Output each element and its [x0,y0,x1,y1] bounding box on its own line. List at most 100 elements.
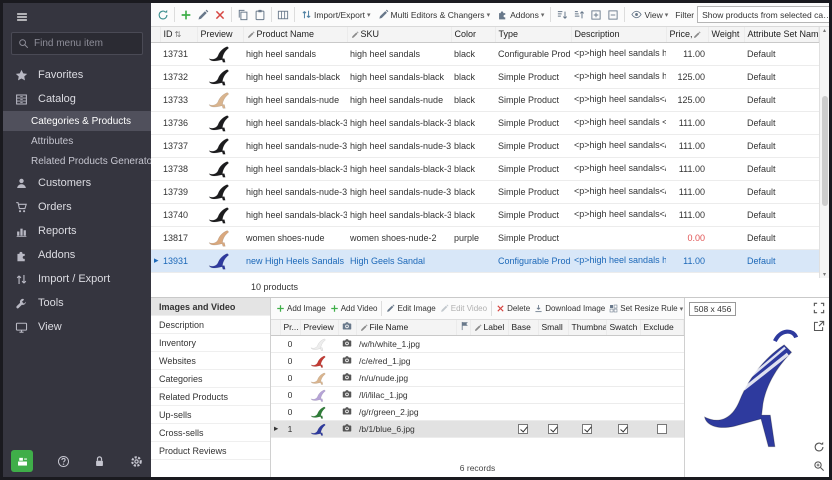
cell-priority[interactable]: 0 [280,386,300,403]
col-product-name[interactable]: Product Name [243,27,347,42]
cell-color[interactable]: black [451,180,495,203]
edit-product-button[interactable] [195,7,211,23]
cell-expand[interactable] [271,352,280,369]
cell-preview[interactable] [197,157,243,180]
cell-small[interactable] [538,403,568,420]
view-menu[interactable]: View ▾ [628,8,671,21]
cell-expand[interactable] [151,203,160,226]
cell-preview[interactable] [197,134,243,157]
cell-sku[interactable]: High Geels Sandal [347,249,451,272]
fullscreen-button[interactable] [813,302,825,314]
paste-button[interactable] [252,7,268,23]
cell-type[interactable]: Simple Product [495,111,571,134]
col-description[interactable]: Description [571,27,666,42]
cell-thumbnail[interactable] [568,403,606,420]
category-filter-select[interactable]: Show products from selected categories ▾ [697,6,829,23]
cell-expand[interactable] [271,369,280,386]
product-row[interactable]: 13731high heel sandalshigh heel sandalsb… [151,42,819,65]
cell-exclude[interactable] [640,386,684,403]
cell-swatch[interactable] [606,420,640,437]
image-row[interactable]: 0/l/i/lilac_1.jpg [271,386,684,403]
cell-camera[interactable] [338,352,356,369]
cell-attribute-set[interactable]: Default [744,203,819,226]
cell-swatch[interactable] [606,403,640,420]
cell-product-name[interactable]: high heel sandals-nude-36 [243,134,347,157]
cell-image-preview[interactable] [300,420,338,437]
checkbox[interactable] [548,424,558,434]
cell-weight[interactable] [708,88,744,111]
cell-expand[interactable] [271,335,280,352]
add-image-button[interactable]: Add Image [274,303,328,314]
cell-label[interactable] [470,420,508,437]
add-product-button[interactable] [178,7,194,23]
cell-price[interactable]: 11.00 [666,249,708,272]
import-export-menu[interactable]: Import/Export ▾ [298,8,374,21]
checkbox[interactable] [657,424,667,434]
product-row[interactable]: 13732high heel sandals-blackhigh heel sa… [151,65,819,88]
cell-type[interactable]: Simple Product [495,180,571,203]
cell-description[interactable] [571,226,666,249]
cell-price[interactable]: 0.00 [666,226,708,249]
cell-type[interactable]: Simple Product [495,157,571,180]
multi-editors-menu[interactable]: Multi Editors & Changers ▾ [375,8,494,21]
cell-flag[interactable] [456,352,470,369]
cell-label[interactable] [470,403,508,420]
col-color[interactable]: Color [451,27,495,42]
cell-price[interactable]: 11.00 [666,42,708,65]
cell-expand[interactable] [271,386,280,403]
cell-file-name[interactable]: /w/h/white_1.jpg [356,335,456,352]
sidebar-item-view[interactable]: View [3,315,151,339]
cell-thumbnail[interactable] [568,369,606,386]
cell-type[interactable]: Simple Product [495,226,571,249]
cell-id[interactable]: 13739 [160,180,197,203]
cell-preview[interactable] [197,180,243,203]
edit-image-button[interactable]: Edit Image [384,303,437,314]
cell-price[interactable]: 111.00 [666,180,708,203]
lock-button[interactable] [93,455,106,468]
cell-camera[interactable] [338,386,356,403]
cell-color[interactable]: purple [451,226,495,249]
cell-id[interactable]: 13931 [160,249,197,272]
cell-id[interactable]: 13738 [160,157,197,180]
cell-expand[interactable] [151,157,160,180]
cell-sku[interactable]: high heel sandals-black [347,65,451,88]
cell-swatch[interactable] [606,386,640,403]
col-preview[interactable]: Preview [197,27,243,42]
cell-small[interactable] [538,352,568,369]
cell-id[interactable]: 13740 [160,203,197,226]
cell-preview[interactable] [197,88,243,111]
delete-product-button[interactable] [212,7,228,23]
download-image-button[interactable]: Download Image [532,303,607,314]
cell-type[interactable]: Configurable Product [495,249,571,272]
scroll-up-icon[interactable]: ▴ [823,27,826,34]
cell-expand[interactable] [271,403,280,420]
cell-sku[interactable]: high heel sandals [347,42,451,65]
pos-button[interactable] [11,450,33,472]
tab-related-products[interactable]: Related Products [151,388,270,406]
cell-description[interactable]: <p>high heel sandals high heel san... [571,65,666,88]
cell-label[interactable] [470,369,508,386]
cell-product-name[interactable]: high heel sandals [243,42,347,65]
sidebar-item-tools[interactable]: Tools [3,291,151,315]
cell-expand[interactable]: ▸ [271,420,280,437]
cell-priority[interactable]: 0 [280,403,300,420]
cell-file-name[interactable]: /g/r/green_2.jpg [356,403,456,420]
image-row[interactable]: 0/w/h/white_1.jpg [271,335,684,352]
rotate-button[interactable] [813,441,825,453]
scrollbar-thumb[interactable] [822,96,828,206]
copy-button[interactable] [235,7,251,23]
cell-color[interactable]: black [451,65,495,88]
cell-price[interactable]: 111.00 [666,157,708,180]
product-row[interactable]: 13739high heel sandals-nude-37high heel … [151,180,819,203]
col-swatch[interactable]: Swatch [606,320,640,335]
cell-price[interactable]: 125.00 [666,88,708,111]
sidebar-item-addons[interactable]: Addons [3,243,151,267]
cell-attribute-set[interactable]: Default [744,249,819,272]
col-base[interactable]: Base [508,320,538,335]
cell-attribute-set[interactable]: Default [744,111,819,134]
checkbox[interactable] [518,424,528,434]
col-price[interactable]: Price, [666,27,708,42]
cell-weight[interactable] [708,157,744,180]
cell-thumbnail[interactable] [568,335,606,352]
cell-expand[interactable] [151,111,160,134]
